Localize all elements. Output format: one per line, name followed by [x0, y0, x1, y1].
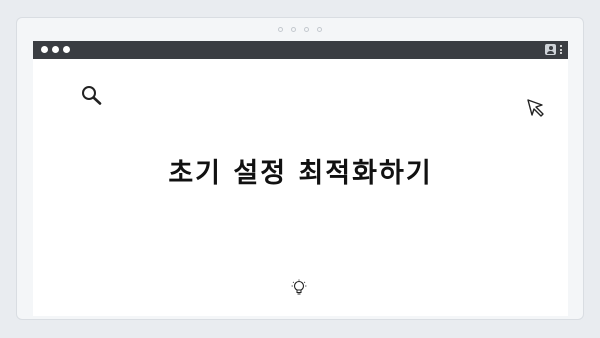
window-controls: [41, 46, 70, 53]
kebab-menu-icon[interactable]: [560, 45, 562, 54]
browser-window: 초기 설정 최적화하기: [33, 41, 568, 316]
frame-page-dots: [278, 27, 322, 32]
frame-dot: [317, 27, 322, 32]
frame-dot: [291, 27, 296, 32]
lightbulb-icon: [291, 279, 307, 295]
search-icon: [82, 86, 102, 105]
maximize-button[interactable]: [63, 46, 70, 53]
frame-dot: [278, 27, 283, 32]
titlebar-actions: [545, 44, 562, 55]
close-button[interactable]: [41, 46, 48, 53]
user-icon[interactable]: [545, 44, 556, 55]
cursor-arrow-icon: [527, 99, 544, 117]
page-headline: 초기 설정 최적화하기: [168, 158, 433, 189]
minimize-button[interactable]: [52, 46, 59, 53]
window-titlebar: [33, 41, 568, 59]
frame-dot: [304, 27, 309, 32]
